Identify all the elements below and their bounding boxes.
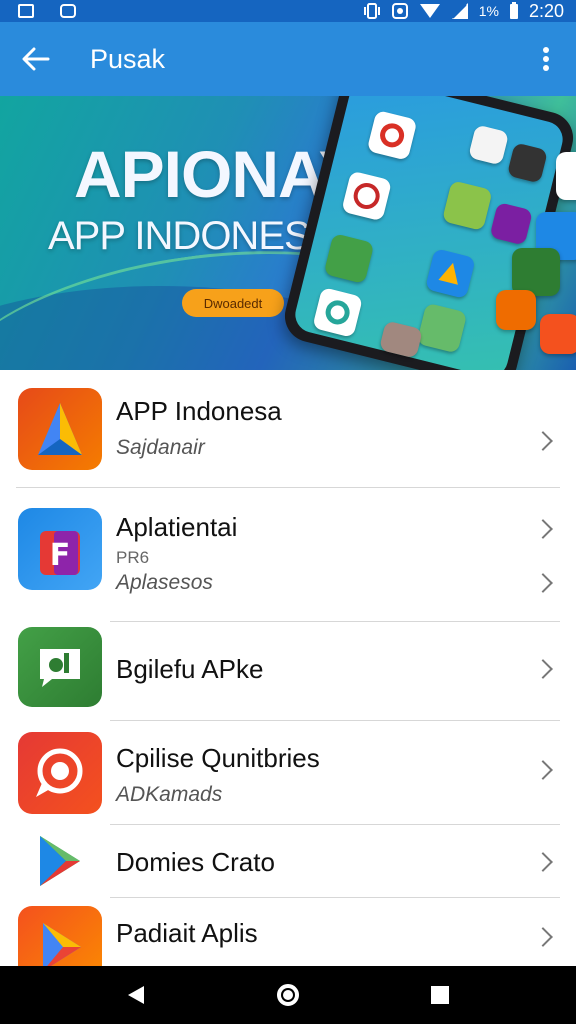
play-store-icon <box>40 836 80 886</box>
chat-logo-icon <box>40 649 80 687</box>
app-tile-icon <box>366 109 418 161</box>
sync-icon <box>391 3 408 19</box>
list-item[interactable]: F Aplatientai PR6 Aplasesos <box>0 488 576 622</box>
list-item-subtitle: Sajdanair <box>116 436 205 459</box>
signal-icon <box>451 3 468 19</box>
app-list: APP Indonesa Sajdanair F Aplatientai PR6… <box>0 370 576 966</box>
app-tile-icon <box>506 142 549 184</box>
chevron-right-icon <box>533 852 553 872</box>
app-tile-icon <box>441 180 493 232</box>
app-icon <box>18 833 102 889</box>
chevron-right-icon <box>533 659 553 679</box>
wifi-icon <box>419 4 440 18</box>
list-item-subtitle: ADKamads <box>116 783 223 806</box>
app-tile-icon <box>416 302 468 354</box>
list-item[interactable]: Domies Crato <box>0 825 576 897</box>
app-tile-icon <box>312 286 364 338</box>
app-notification-icon <box>60 4 76 18</box>
chevron-right-icon <box>533 573 553 593</box>
bag-logo-icon: F <box>40 531 80 575</box>
image-notification-icon <box>18 4 34 18</box>
chevron-right-icon <box>533 760 553 780</box>
square-recents-icon <box>431 986 449 1004</box>
chevron-right-icon <box>533 431 553 451</box>
app-tile-icon <box>489 201 534 246</box>
chevron-right-icon <box>533 519 553 539</box>
app-bar: Pusak <box>0 22 576 96</box>
app-tile-icon <box>341 170 393 222</box>
status-time: 2:20 <box>528 0 564 21</box>
more-options-button[interactable] <box>516 22 576 96</box>
list-item-title: Domies Crato <box>116 847 275 877</box>
list-item[interactable]: Padiait Aplis <box>0 898 576 966</box>
battery-icon <box>509 2 518 19</box>
more-vert-icon <box>543 47 549 71</box>
navigation-bar <box>0 966 576 1024</box>
list-item-subtitle: Aplasesos <box>116 571 213 594</box>
list-item-title: Bgilefu APke <box>116 654 264 684</box>
battery-percent: 1% <box>478 3 499 19</box>
app-icon <box>18 627 102 707</box>
list-item[interactable]: Cpilise Qunitbries ADKamads <box>0 721 576 825</box>
list-item-title: Padiait Aplis <box>116 918 258 948</box>
list-item-title: Aplatientai <box>116 512 238 542</box>
list-item[interactable]: Bgilefu APke <box>0 622 576 722</box>
arrow-left-icon <box>22 47 50 71</box>
list-item-title: Cpilise Qunitbries <box>116 743 320 773</box>
list-item-secondary-text: PR6 <box>116 548 150 567</box>
vibrate-icon <box>363 3 380 19</box>
status-bar: 1% 2:20 <box>0 0 576 22</box>
app-icon <box>18 906 102 966</box>
app-tile-icon <box>323 233 375 285</box>
app-tile-icon <box>424 248 476 300</box>
promo-banner[interactable]: APIONAY APP INDONESIA Dwoadedt <box>0 96 576 370</box>
app-tile-icon <box>468 124 510 166</box>
status-notifications <box>18 4 76 18</box>
app-tile-icon <box>512 248 560 296</box>
back-button[interactable] <box>0 22 72 96</box>
nav-back-button[interactable] <box>106 966 166 1024</box>
triangle-back-icon <box>128 986 144 1004</box>
app-icon: F <box>18 508 102 590</box>
triangle-logo-icon <box>38 403 82 455</box>
list-item[interactable]: APP Indonesa Sajdanair <box>0 370 576 488</box>
circle-home-icon <box>277 984 299 1006</box>
status-indicators: 1% 2:20 <box>363 1 564 22</box>
app-tile-icon <box>496 290 536 330</box>
nav-home-button[interactable] <box>258 966 318 1024</box>
app-tile-icon <box>556 152 576 200</box>
svg-text:F: F <box>50 538 71 573</box>
page-title: Pusak <box>90 43 166 74</box>
app-icon <box>18 732 102 814</box>
app-tile-icon <box>378 320 424 359</box>
list-item-title: APP Indonesa <box>116 396 282 426</box>
chevron-right-icon <box>533 927 553 947</box>
play-logo-icon <box>43 923 81 966</box>
record-logo-icon <box>36 748 83 797</box>
app-icon <box>18 388 102 470</box>
nav-recents-button[interactable] <box>410 966 470 1024</box>
banner-download-button[interactable]: Dwoadedt <box>182 289 284 317</box>
app-tile-icon <box>540 314 576 354</box>
